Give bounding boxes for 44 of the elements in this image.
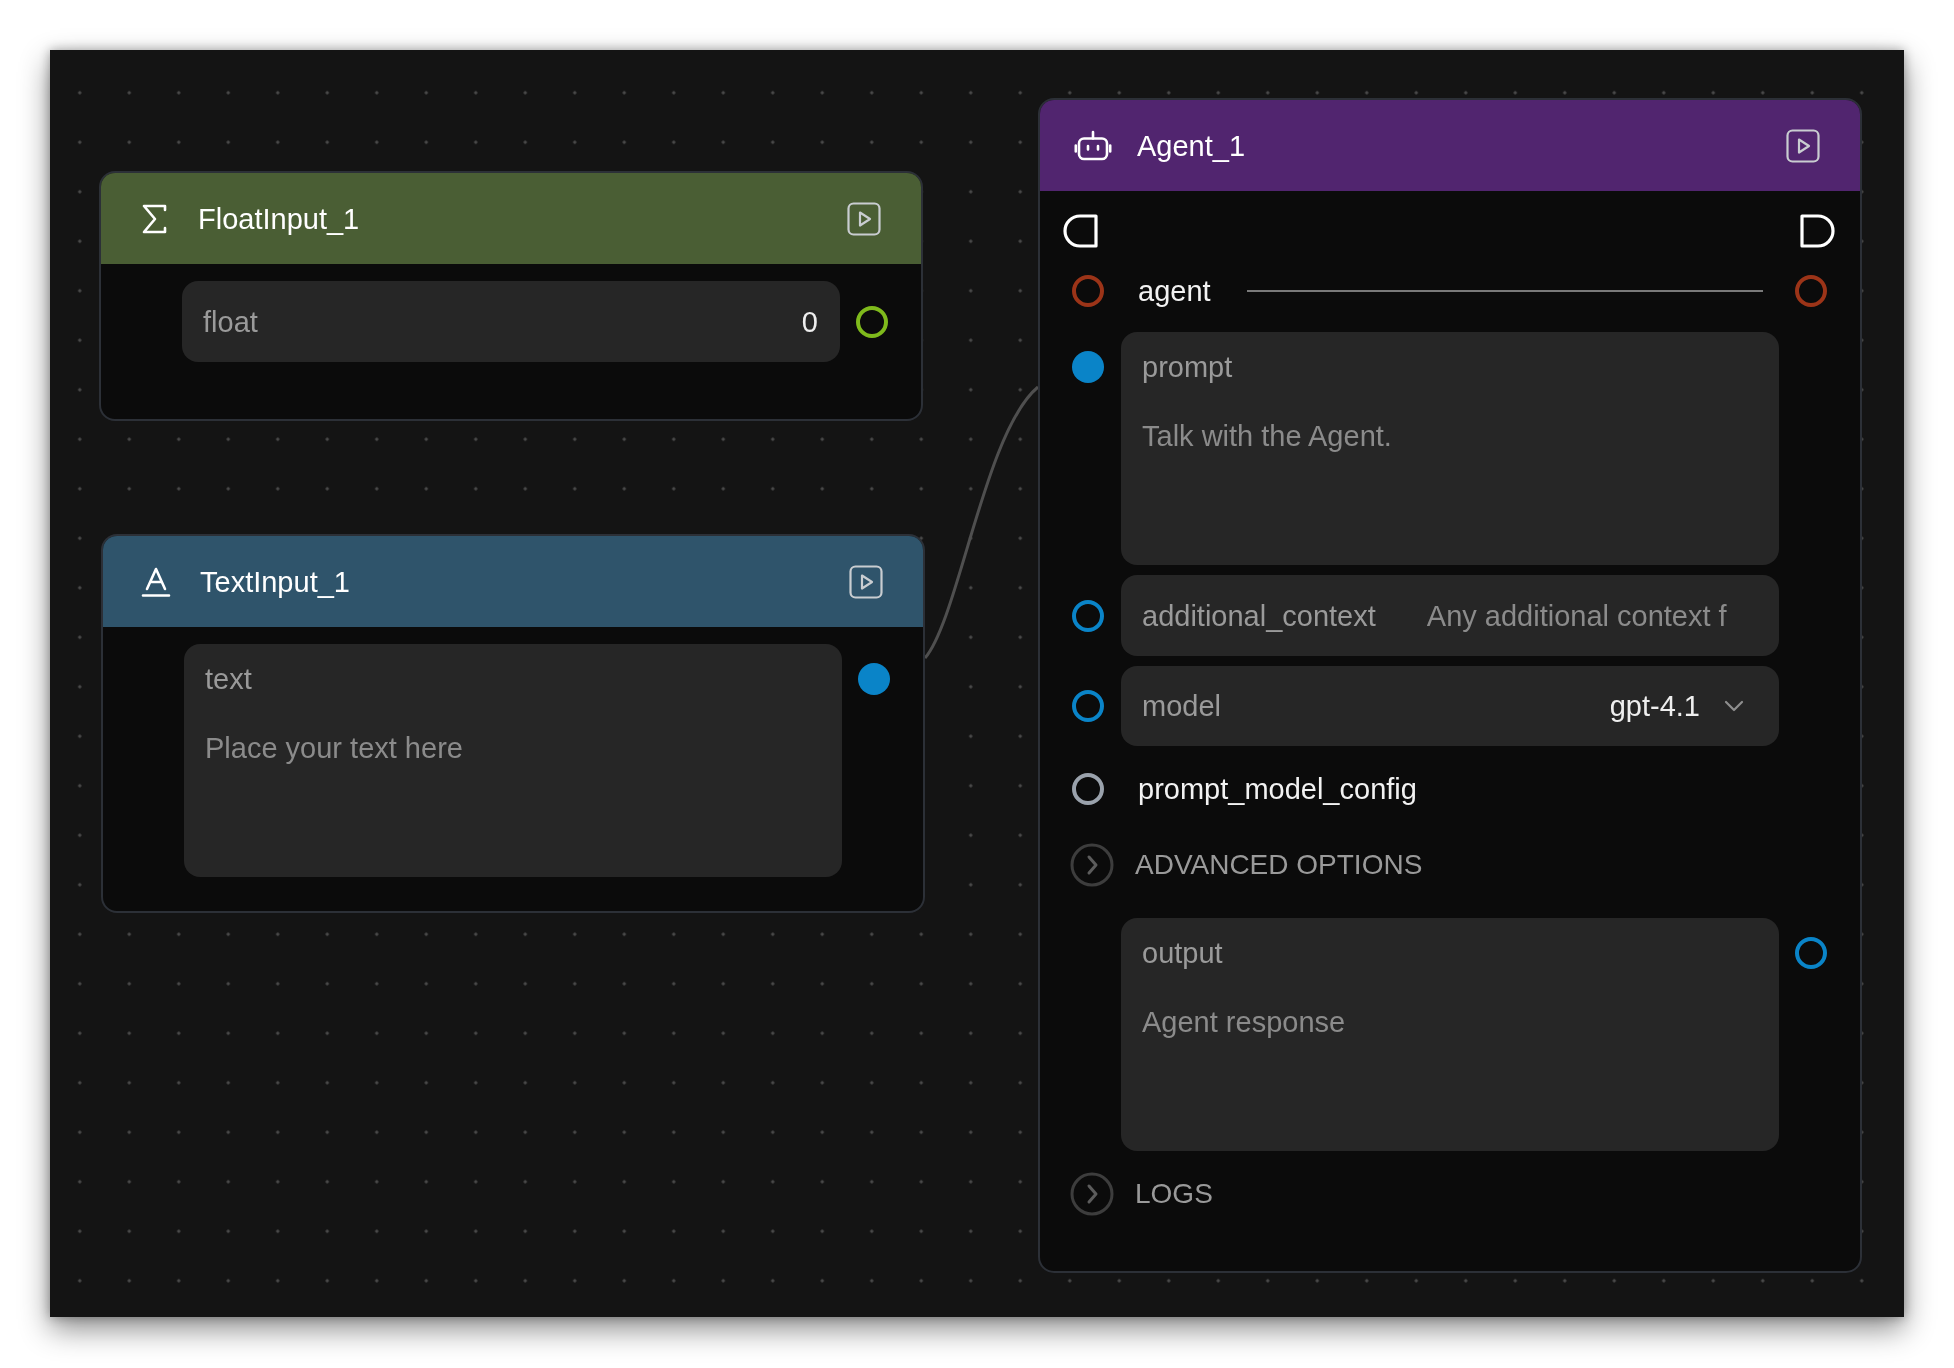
play-icon	[849, 564, 883, 599]
port-label: agent	[1138, 274, 1211, 309]
field-label: output	[1142, 936, 1224, 971]
node-title: TextInput_1	[200, 564, 350, 600]
play-icon	[847, 201, 881, 236]
run-button[interactable]	[1786, 128, 1820, 163]
port-ring-icon[interactable]	[856, 305, 888, 338]
port-label: prompt_model_config	[1138, 772, 1417, 807]
port-ring-icon[interactable]	[1795, 937, 1827, 969]
letter-a-icon	[140, 565, 172, 598]
port-dot-icon[interactable]	[1072, 351, 1104, 383]
node-title: FloatInput_1	[198, 201, 360, 237]
node-title: Agent_1	[1137, 128, 1246, 164]
textarea-field[interactable]: output Agent response	[1121, 918, 1779, 1151]
section-toggle[interactable]: LOGS	[1070, 1172, 1213, 1216]
number-input[interactable]: 0	[257, 303, 818, 340]
sigma-icon	[140, 202, 168, 235]
half-round-icon[interactable]	[1063, 214, 1098, 248]
textarea-input[interactable]: Talk with the Agent.	[1142, 418, 1758, 548]
robot-icon	[1074, 130, 1112, 161]
text-input[interactable]: Any additional context f	[1426, 597, 1757, 634]
dropdown[interactable]: model gpt-4.1	[1121, 666, 1779, 746]
selected-value: gpt-4.1	[1609, 689, 1700, 724]
field-label: prompt	[1142, 350, 1234, 385]
section-toggle[interactable]: ADVANCED OPTIONS	[1070, 843, 1423, 887]
half-round-icon[interactable]	[1800, 214, 1835, 248]
port-ring-icon[interactable]	[1072, 599, 1104, 632]
textarea-input[interactable]: Place your text here	[205, 730, 821, 860]
field-label: model	[1142, 689, 1221, 724]
run-button[interactable]	[849, 564, 883, 599]
textarea-field[interactable]: prompt Talk with the Agent.	[1121, 332, 1779, 565]
port-dot-icon[interactable]	[858, 663, 890, 695]
text-field[interactable]: additional_context Any additional context f	[1121, 575, 1779, 656]
number-field[interactable]: float 0	[182, 281, 840, 362]
textarea-field[interactable]: text Place your text here	[184, 644, 842, 877]
run-button[interactable]	[847, 201, 881, 236]
port-ring-icon[interactable]	[1072, 690, 1104, 722]
port-ring-icon[interactable]	[1072, 773, 1104, 805]
field-label: float	[203, 304, 258, 340]
textarea-input[interactable]: Agent response	[1142, 1004, 1758, 1134]
chevron-down-icon	[1724, 700, 1744, 712]
play-icon	[1786, 128, 1820, 163]
field-label: additional_context	[1142, 598, 1376, 634]
field-label: text	[205, 662, 253, 697]
